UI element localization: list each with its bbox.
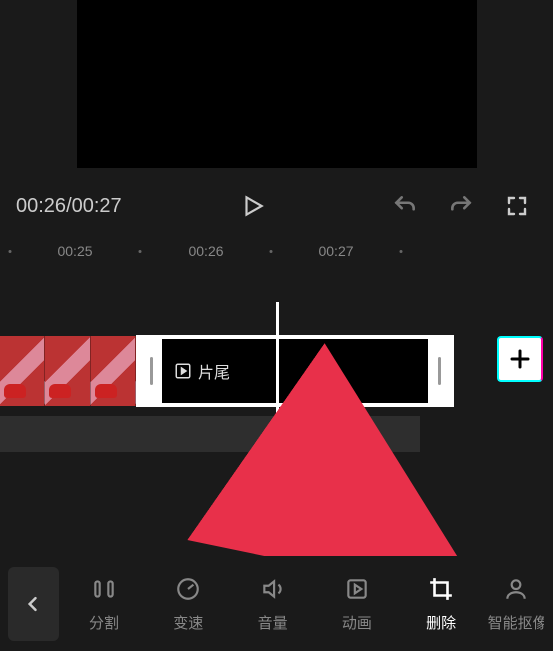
ending-clip-label: 片尾 bbox=[174, 359, 230, 383]
redo-button[interactable] bbox=[441, 186, 481, 226]
timeline-ruler[interactable]: 00:25 00:26 00:27 bbox=[0, 236, 553, 266]
ruler-dot bbox=[400, 250, 403, 253]
total-time: 00:27 bbox=[72, 195, 122, 217]
person-icon bbox=[501, 574, 531, 604]
video-preview-area bbox=[0, 0, 553, 176]
current-time: 00:26 bbox=[16, 195, 66, 217]
ruler-mark: 00:26 bbox=[188, 243, 223, 259]
timeline-area[interactable]: 片尾 bbox=[0, 286, 553, 506]
tool-smart-cutout[interactable]: 智能抠像 bbox=[486, 574, 545, 633]
tool-speed[interactable]: 变速 bbox=[149, 574, 227, 633]
volume-icon bbox=[258, 574, 288, 604]
ruler-dot bbox=[139, 250, 142, 253]
back-button[interactable] bbox=[8, 567, 59, 641]
ruler-mark: 00:25 bbox=[57, 243, 92, 259]
selected-ending-clip[interactable]: 片尾 bbox=[136, 335, 454, 407]
play-box-icon bbox=[174, 362, 192, 380]
tool-label: 分割 bbox=[89, 612, 119, 633]
plus-icon bbox=[508, 347, 532, 371]
ruler-mark: 00:27 bbox=[318, 243, 353, 259]
add-clip-button[interactable] bbox=[497, 336, 543, 382]
speed-icon bbox=[173, 574, 203, 604]
ruler-dot bbox=[270, 250, 273, 253]
ruler-dot bbox=[9, 250, 12, 253]
tool-label: 删除 bbox=[426, 612, 456, 633]
video-clip-thumbnail[interactable] bbox=[0, 336, 136, 406]
playhead[interactable] bbox=[276, 302, 279, 492]
crop-delete-icon bbox=[426, 574, 456, 604]
split-icon bbox=[89, 574, 119, 604]
tool-volume[interactable]: 音量 bbox=[233, 574, 311, 633]
secondary-track[interactable] bbox=[0, 416, 420, 452]
clip-handle-left[interactable] bbox=[140, 339, 162, 403]
clip-handle-right[interactable] bbox=[428, 339, 450, 403]
playback-bar: 00:26/00:27 bbox=[0, 176, 553, 236]
tool-label: 动画 bbox=[342, 612, 372, 633]
fullscreen-button[interactable] bbox=[497, 186, 537, 226]
tool-label: 音量 bbox=[258, 612, 288, 633]
animate-icon bbox=[342, 574, 372, 604]
tool-animate[interactable]: 动画 bbox=[318, 574, 396, 633]
tool-label: 变速 bbox=[173, 612, 203, 633]
tool-split[interactable]: 分割 bbox=[65, 574, 143, 633]
time-display: 00:26/00:27 bbox=[16, 195, 122, 218]
ending-text: 片尾 bbox=[198, 359, 230, 383]
bottom-toolbar: 分割 变速 音量 动画 删除 智能抠像 bbox=[0, 556, 553, 651]
tool-delete[interactable]: 删除 bbox=[402, 574, 480, 633]
chevron-left-icon bbox=[23, 594, 43, 614]
video-preview[interactable] bbox=[77, 0, 477, 168]
clip-body[interactable]: 片尾 bbox=[162, 339, 428, 403]
tool-label: 智能抠像 bbox=[488, 612, 544, 633]
play-button[interactable] bbox=[233, 186, 273, 226]
undo-button[interactable] bbox=[385, 186, 425, 226]
